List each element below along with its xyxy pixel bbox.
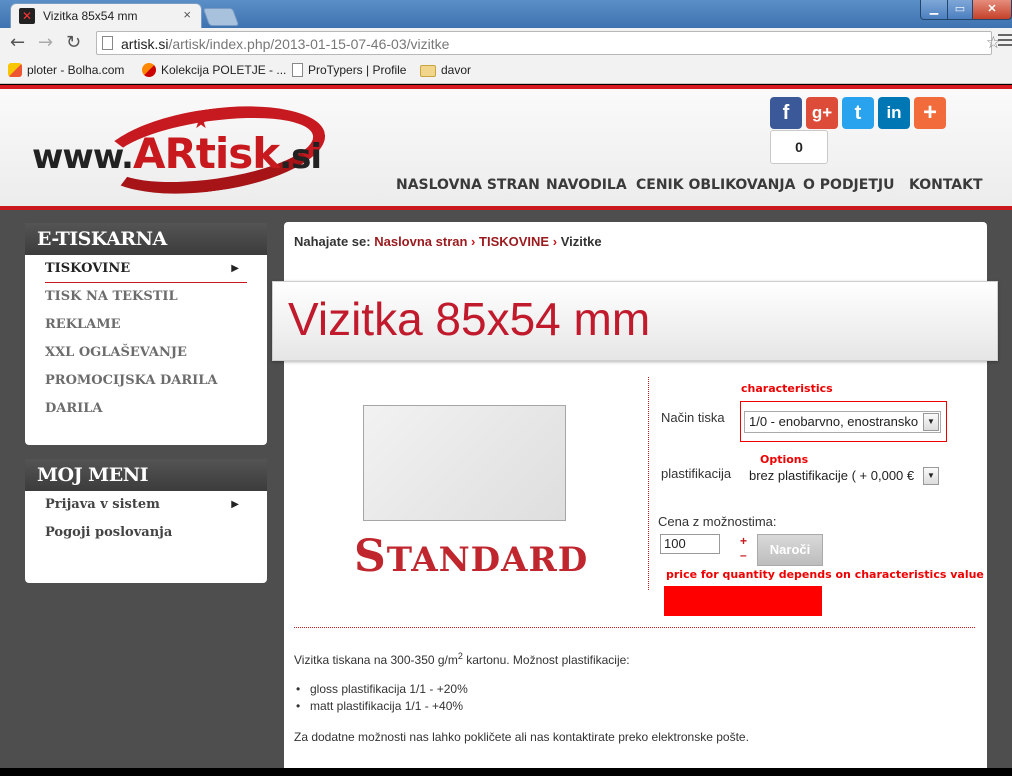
site-header: www.ARtisk.si ★ f g+ t in + 0 NASLOVNA S… [0,85,1012,210]
browser-tab[interactable]: ✕ Vizitka 85x54 mm × [10,3,202,28]
sidebar-title: E-TISKARNA [25,223,267,255]
chevron-right-icon: ▶ [231,263,239,274]
bookmarks-bar: ploter - Bolha.com Kolekcija POLETJE - .… [0,58,1012,84]
quantity-input[interactable]: 100 [660,534,720,554]
facebook-icon[interactable]: f [770,97,802,129]
dropdown-arrow-icon: ▼ [923,413,939,431]
new-tab-button[interactable] [202,8,240,26]
linkedin-icon[interactable]: in [878,97,910,129]
sidebar-item-tiskovine[interactable]: TISKOVINE ▶ [25,255,267,283]
bookmark-item[interactable]: Kolekcija POLETJE - ... [142,63,286,77]
share-counter: 0 [770,130,828,164]
chevron-right-icon: ▶ [231,499,239,510]
price-label: Cena z možnostima: [658,514,777,529]
breadcrumb-separator-icon: › [552,234,558,249]
lamination-options-list: gloss plastifikacija 1/1 - +20% matt pla… [294,682,468,716]
window-close-button[interactable]: ✕ [972,0,1012,20]
window-maximize-button[interactable]: ▭ [947,0,973,20]
quantity-minus-button[interactable]: – [740,548,747,562]
back-arrow-icon[interactable]: ← [10,32,25,53]
sidebar-item-darila[interactable]: DARILA [25,395,267,423]
page-icon [102,36,113,50]
browser-tab-strip: ✕ Vizitka 85x54 mm × ▁ ▭ ✕ [0,0,1012,28]
sidebar-title: MOJ MENI [25,459,267,491]
window-minimize-button[interactable]: ▁ [920,0,948,20]
sidebar-item-pogoji-poslovanja[interactable]: Pogoji poslovanja [25,519,267,547]
bookmark-item[interactable]: ploter - Bolha.com [8,63,124,77]
description-intro: Vizitka tiskana na 300-350 g/m2 kartonu.… [294,651,630,667]
page-icon [292,63,303,77]
google-plus-icon[interactable]: g+ [806,97,838,129]
annotation-price: price for quantity depends on characteri… [666,568,984,581]
order-button[interactable]: Naroči [757,534,823,566]
url-domain: artisk.si [121,36,169,52]
tab-close-icon[interactable]: × [183,7,191,22]
bookmark-item[interactable]: davor [420,63,471,77]
star-icon: ★ [192,111,210,133]
sidebar-item-promocijska-darila[interactable]: PROMOCIJSKA DARILA [25,367,267,395]
tab-title: Vizitka 85x54 mm [43,9,138,23]
breadcrumb-current: Vizitke [560,234,602,249]
product-title-banner: Vizitka 85x54 mm [272,281,998,361]
forward-arrow-icon[interactable]: → [38,32,53,53]
browser-toolbar: ← → ↻ artisk.si/artisk/index.php/2013-01… [0,28,1012,58]
list-item: gloss plastifikacija 1/1 - +20% [294,682,468,699]
breadcrumb-separator-icon: › [471,234,476,249]
web-page: www.ARtisk.si ★ f g+ t in + 0 NASLOVNA S… [0,85,1012,768]
bolha-icon [8,63,22,77]
lamination-select[interactable]: brez plastifikacije ( + 0,000 € ▼ [744,465,941,487]
address-bar[interactable]: artisk.si/artisk/index.php/2013-01-15-07… [96,31,1001,55]
header-divider [0,206,1012,210]
bookmark-item[interactable]: ProTypers | Profile [292,63,406,77]
sidebar-item-reklame[interactable]: REKLAME [25,311,267,339]
sidebar-item-prijava[interactable]: Prijava v sistem ▶ [25,491,267,519]
print-type-select[interactable]: 1/0 - enobarvno, enostransko ▼ [744,411,941,433]
site-logo[interactable]: www.ARtisk.si ★ [28,93,331,207]
addthis-icon[interactable]: + [914,97,946,129]
sidebar-item-tisk-na-tekstil[interactable]: TISK NA TEKSTIL [25,283,267,311]
horizontal-divider [294,627,975,628]
page-title: Vizitka 85x54 mm [288,293,651,345]
vertical-divider [648,377,649,590]
kolekcija-icon [142,63,156,77]
nav-naslovna-stran[interactable]: NASLOVNA STRAN [396,177,540,193]
breadcrumb-link[interactable]: Naslovna stran [374,234,467,249]
description-footer: Za dodatne možnosti nas lahko pokličete … [294,730,749,744]
sidebar-e-tiskarna: E-TISKARNA TISKOVINE ▶ TISK NA TEKSTIL R… [25,223,267,445]
nav-navodila[interactable]: NAVODILA [546,177,627,193]
annotation-characteristics: characteristics [741,382,833,395]
reload-icon[interactable]: ↻ [66,32,81,53]
nav-cenik-oblikovanja[interactable]: CENIK OBLIKOVANJA [636,177,795,193]
url-path: /artisk/index.php/2013-01-15-07-46-03/vi… [168,36,450,52]
breadcrumb-link[interactable]: TISKOVINE [479,234,549,249]
sidebar-item-xxl-oglasevanje[interactable]: XXL OGLAŠEVANJE [25,339,267,367]
twitter-icon[interactable]: t [842,97,874,129]
breadcrumb: Nahajate se: Naslovna stran › TISKOVINE … [294,234,602,249]
price-display [664,586,822,616]
list-item: matt plastifikacija 1/1 - +40% [294,699,468,716]
product-image [363,405,566,521]
browser-menu-icon[interactable] [998,34,1012,49]
print-type-label: Način tiska [661,410,725,425]
sidebar-moj-meni: MOJ MENI Prijava v sistem ▶ Pogoji poslo… [25,459,267,583]
lamination-label: plastifikacija [661,466,732,481]
dropdown-arrow-icon: ▼ [923,467,939,485]
nav-o-podjetju[interactable]: O PODJETJU [803,177,894,193]
folder-icon [420,65,436,77]
site-favicon-icon: ✕ [19,8,35,24]
product-variant-label: STANDARD [354,531,589,582]
quantity-plus-button[interactable]: + [740,534,747,548]
nav-kontakt[interactable]: KONTAKT [909,177,983,193]
